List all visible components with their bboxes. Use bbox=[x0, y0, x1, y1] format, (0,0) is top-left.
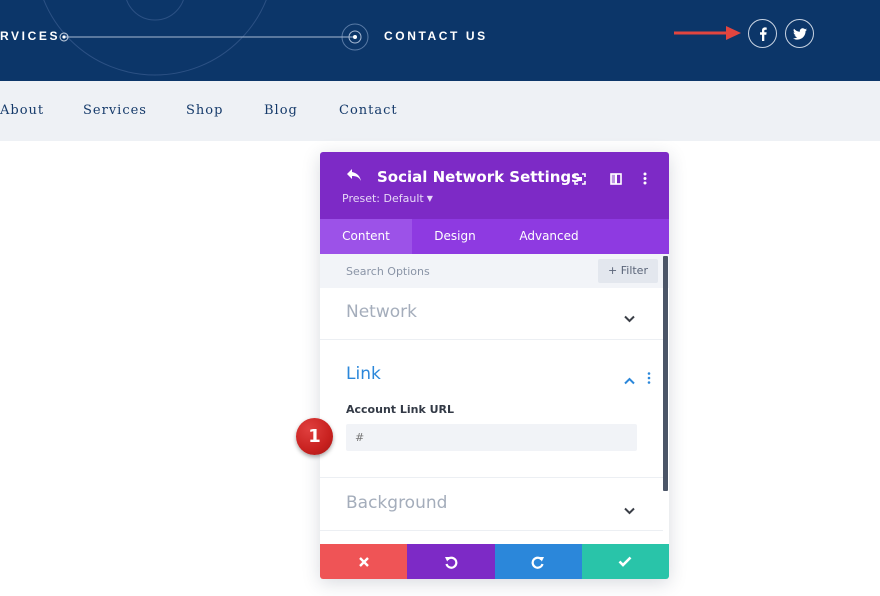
settings-modal: Social Network Settings Preset: Default ▼ bbox=[320, 152, 669, 579]
modal-title: Social Network Settings bbox=[377, 168, 581, 186]
section-network-title[interactable]: Network bbox=[346, 302, 417, 322]
chevron-down-icon[interactable] bbox=[624, 500, 635, 519]
section-link-title[interactable]: Link bbox=[346, 364, 381, 384]
modal-header: Social Network Settings Preset: Default ▼ bbox=[320, 152, 669, 219]
redo-button[interactable] bbox=[494, 544, 582, 579]
back-icon[interactable] bbox=[346, 167, 362, 186]
search-row: Search Options + Filter bbox=[320, 254, 669, 288]
nav-link-services-top[interactable]: RVICES bbox=[0, 29, 60, 43]
section-divider bbox=[320, 530, 663, 531]
expand-icon[interactable] bbox=[574, 170, 586, 189]
checkmark-icon bbox=[618, 556, 632, 567]
main-navigation: About Services Shop Blog Contact bbox=[0, 81, 880, 141]
chevron-up-icon[interactable] bbox=[624, 370, 635, 389]
tab-content[interactable]: Content bbox=[320, 219, 412, 254]
section-options-icon[interactable] bbox=[647, 369, 651, 388]
account-link-url-label: Account Link URL bbox=[346, 403, 455, 416]
facebook-button[interactable] bbox=[748, 19, 777, 48]
nav-item-about[interactable]: About bbox=[0, 103, 44, 118]
save-button[interactable] bbox=[581, 544, 669, 579]
tab-advanced[interactable]: Advanced bbox=[498, 219, 600, 254]
modal-tabs: Content Design Advanced bbox=[320, 219, 669, 254]
nav-item-contact[interactable]: Contact bbox=[339, 103, 398, 118]
tab-design[interactable]: Design bbox=[412, 219, 498, 254]
scrollbar[interactable] bbox=[663, 256, 668, 491]
close-icon bbox=[358, 556, 369, 567]
preset-dropdown[interactable]: Preset: Default ▼ bbox=[342, 192, 433, 205]
section-divider bbox=[320, 477, 663, 478]
modal-footer bbox=[320, 544, 669, 579]
nav-link-contact-us[interactable]: CONTACT US bbox=[384, 29, 488, 43]
cancel-button[interactable] bbox=[320, 544, 408, 579]
facebook-icon bbox=[759, 26, 767, 41]
filter-label: Filter bbox=[620, 264, 648, 277]
nav-item-blog[interactable]: Blog bbox=[264, 103, 298, 118]
nav-item-shop[interactable]: Shop bbox=[186, 103, 223, 118]
twitter-icon bbox=[792, 27, 807, 40]
screenshot-root: RVICES CONTACT US About Services Shop Bl… bbox=[0, 0, 880, 596]
site-header: RVICES CONTACT US bbox=[0, 0, 880, 81]
section-divider bbox=[320, 339, 663, 340]
plus-icon: + bbox=[608, 264, 618, 277]
annotation-arrow bbox=[674, 26, 741, 40]
twitter-button[interactable] bbox=[785, 19, 814, 48]
more-options-icon[interactable] bbox=[642, 170, 648, 189]
section-background-title[interactable]: Background bbox=[346, 493, 447, 513]
undo-icon bbox=[444, 556, 458, 569]
undo-button[interactable] bbox=[407, 544, 495, 579]
caret-down-icon: ▼ bbox=[426, 194, 433, 203]
step-number-badge: 1 bbox=[296, 418, 333, 455]
filter-button[interactable]: + Filter bbox=[598, 259, 658, 283]
chevron-down-icon[interactable] bbox=[624, 308, 635, 327]
redo-icon bbox=[531, 556, 545, 569]
preset-label: Preset: Default bbox=[342, 192, 424, 205]
account-link-url-input[interactable] bbox=[346, 424, 637, 451]
search-options-input[interactable]: Search Options bbox=[346, 265, 430, 278]
nav-item-services[interactable]: Services bbox=[83, 103, 147, 118]
split-view-icon[interactable] bbox=[610, 170, 622, 189]
